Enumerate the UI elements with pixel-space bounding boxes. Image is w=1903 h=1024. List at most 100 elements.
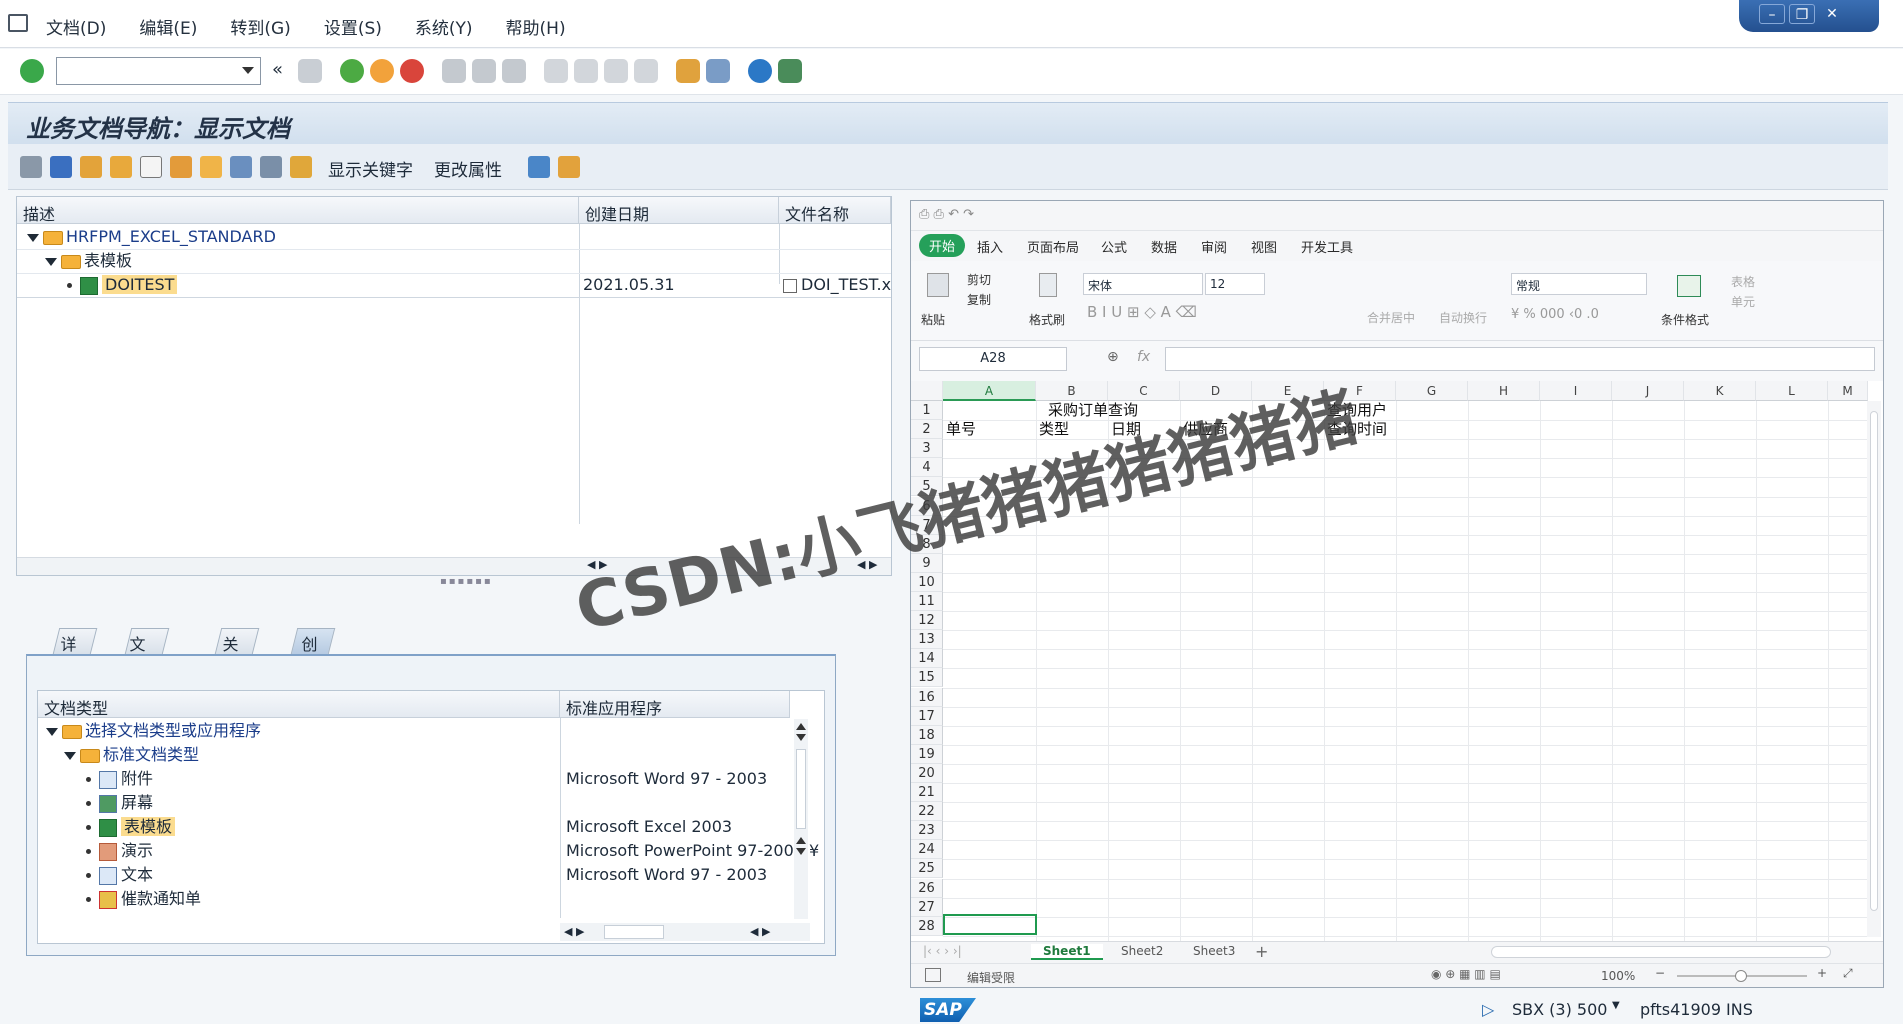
type-node-presentation[interactable]: 演示 <box>86 839 153 863</box>
type-node-text[interactable]: 文本 <box>86 863 153 887</box>
horizontal-scrollbar[interactable]: ◀ ▶ ◀ ▶ <box>560 923 810 941</box>
previous-page-icon[interactable] <box>574 59 598 83</box>
row-header[interactable]: 28 <box>911 916 943 936</box>
row-header[interactable]: 12 <box>911 611 943 631</box>
close-icon[interactable]: ✕ <box>1819 4 1845 24</box>
row-header[interactable]: 20 <box>911 763 943 783</box>
col-header-g[interactable]: G <box>1396 381 1468 401</box>
last-page-icon[interactable] <box>634 59 658 83</box>
expand-icon[interactable] <box>27 233 39 242</box>
status-play-icon[interactable]: ▷ <box>1482 1000 1494 1019</box>
font-size-select[interactable]: 12 <box>1205 273 1265 295</box>
sheet-tab-2[interactable]: Sheet2 <box>1121 944 1163 958</box>
minimize-icon[interactable]: – <box>1759 4 1785 24</box>
type-node-screen[interactable]: 屏幕 <box>86 791 153 815</box>
back-icon[interactable] <box>340 59 364 83</box>
row-header[interactable]: 25 <box>911 859 943 879</box>
ribbon-tab-page-layout[interactable]: 页面布局 <box>1027 237 1079 256</box>
conditional-format-icon[interactable] <box>1677 275 1701 297</box>
row-header[interactable]: 23 <box>911 821 943 841</box>
ribbon-tab-formulas[interactable]: 公式 <box>1101 237 1127 256</box>
command-field[interactable] <box>56 57 261 85</box>
number-format-select[interactable]: 常规 <box>1511 273 1647 295</box>
scroll-up-icon[interactable] <box>796 837 806 844</box>
ribbon-tab-review[interactable]: 审阅 <box>1201 237 1227 256</box>
col-header-j[interactable]: J <box>1612 381 1684 401</box>
menu-goto[interactable]: 转到(G) <box>230 14 290 39</box>
column-created-date[interactable]: 创建日期 <box>579 197 779 224</box>
view-mode-icons[interactable]: ◉ ⊕ ▦ ▥ ▤ <box>1431 967 1501 981</box>
ribbon-tab-insert[interactable]: 插入 <box>977 237 1003 256</box>
import-icon[interactable] <box>230 156 252 178</box>
column-document-type[interactable]: 文档类型 <box>38 691 560 718</box>
col-header-m[interactable]: M <box>1828 381 1868 401</box>
horizontal-scrollbar[interactable] <box>1491 946 1831 958</box>
chevron-down-icon[interactable]: ▼ <box>1612 1000 1620 1011</box>
sheet-nav-icons[interactable]: |‹ ‹ › ›| <box>923 944 962 958</box>
sheet-tab-1[interactable]: Sheet1 <box>1031 944 1103 960</box>
menu-settings[interactable]: 设置(S) <box>324 14 382 39</box>
format-painter-icon[interactable] <box>1039 273 1057 297</box>
quick-access-icons[interactable]: ⎙ ⎙ ↶ ↷ <box>919 207 974 222</box>
cell-style-button[interactable]: 单元 <box>1731 293 1755 310</box>
row-header[interactable]: 22 <box>911 802 943 822</box>
tree-node-template[interactable]: 表模板 <box>45 249 575 273</box>
layout-menu-icon[interactable] <box>778 59 802 83</box>
row-header[interactable]: 14 <box>911 649 943 669</box>
fx-icon[interactable]: fx <box>1137 349 1150 365</box>
cancel-icon[interactable] <box>400 59 424 83</box>
zoom-in-icon[interactable]: + <box>1817 966 1827 980</box>
type-node-dunning[interactable]: 催款通知单 <box>86 887 201 911</box>
row-header[interactable]: 3 <box>911 439 943 459</box>
copy-button[interactable]: 复制 <box>967 291 991 308</box>
type-node-attachment[interactable]: 附件 <box>86 767 153 791</box>
active-cell[interactable] <box>943 914 1037 935</box>
menu-document[interactable]: 文档(D) <box>46 14 106 39</box>
transport-icon[interactable] <box>558 156 580 178</box>
merge-center-button[interactable]: 合并居中 <box>1367 309 1415 326</box>
chevron-down-icon[interactable] <box>242 67 254 74</box>
menu-help[interactable]: 帮助(H) <box>506 14 566 39</box>
select-all-corner[interactable] <box>911 381 943 401</box>
row-header[interactable]: 1 <box>911 401 943 420</box>
wrap-text-button[interactable]: 自动换行 <box>1439 309 1487 326</box>
row-header[interactable]: 26 <box>911 878 943 898</box>
scroll-thumb[interactable] <box>604 925 664 939</box>
row-header[interactable]: 27 <box>911 897 943 917</box>
vertical-scrollbar[interactable] <box>794 719 808 919</box>
paste-button[interactable]: 粘贴 <box>921 311 945 328</box>
font-family-select[interactable]: 宋体 <box>1083 273 1203 295</box>
display-change-icon[interactable] <box>20 156 42 178</box>
find-next-icon[interactable] <box>502 59 526 83</box>
row-header[interactable]: 15 <box>911 668 943 688</box>
col-header-b[interactable]: B <box>1036 381 1108 401</box>
formula-input[interactable] <box>1165 347 1875 371</box>
type-node-standard[interactable]: 标准文档类型 <box>64 743 199 767</box>
enter-check-icon[interactable] <box>20 59 44 83</box>
row-header[interactable]: 19 <box>911 744 943 764</box>
zoom-search-icon[interactable]: ⊕ <box>1107 349 1119 365</box>
find-icon[interactable] <box>472 59 496 83</box>
ribbon-tab-developer[interactable]: 开发工具 <box>1301 237 1353 256</box>
col-header-i[interactable]: I <box>1540 381 1612 401</box>
menu-system[interactable]: 系统(Y) <box>415 14 473 39</box>
show-keywords-button[interactable]: 显示关键字 <box>328 156 413 181</box>
scroll-down-icon[interactable] <box>796 848 806 855</box>
type-node-root[interactable]: 选择文档类型或应用程序 <box>46 719 261 743</box>
paste-icon[interactable] <box>927 273 949 297</box>
save-icon[interactable] <box>298 59 322 83</box>
open-icon[interactable] <box>170 156 192 178</box>
help-icon[interactable] <box>748 59 772 83</box>
expand-icon[interactable] <box>45 257 57 266</box>
scroll-thumb[interactable] <box>796 749 806 829</box>
print-icon[interactable] <box>442 59 466 83</box>
tab-document-info[interactable]: 文档信息 <box>124 628 170 726</box>
format-painter-button[interactable]: 格式刷 <box>1029 311 1065 328</box>
collapse-icon[interactable]: « <box>272 59 283 80</box>
row-header[interactable]: 17 <box>911 706 943 726</box>
scroll-up-icon[interactable] <box>796 723 806 730</box>
add-sheet-icon[interactable]: + <box>1255 942 1268 961</box>
tree-node-root[interactable]: HRFPM_EXCEL_STANDARD <box>27 225 577 249</box>
row-header[interactable]: 18 <box>911 725 943 745</box>
insert-mode[interactable]: INS <box>1726 1000 1753 1019</box>
